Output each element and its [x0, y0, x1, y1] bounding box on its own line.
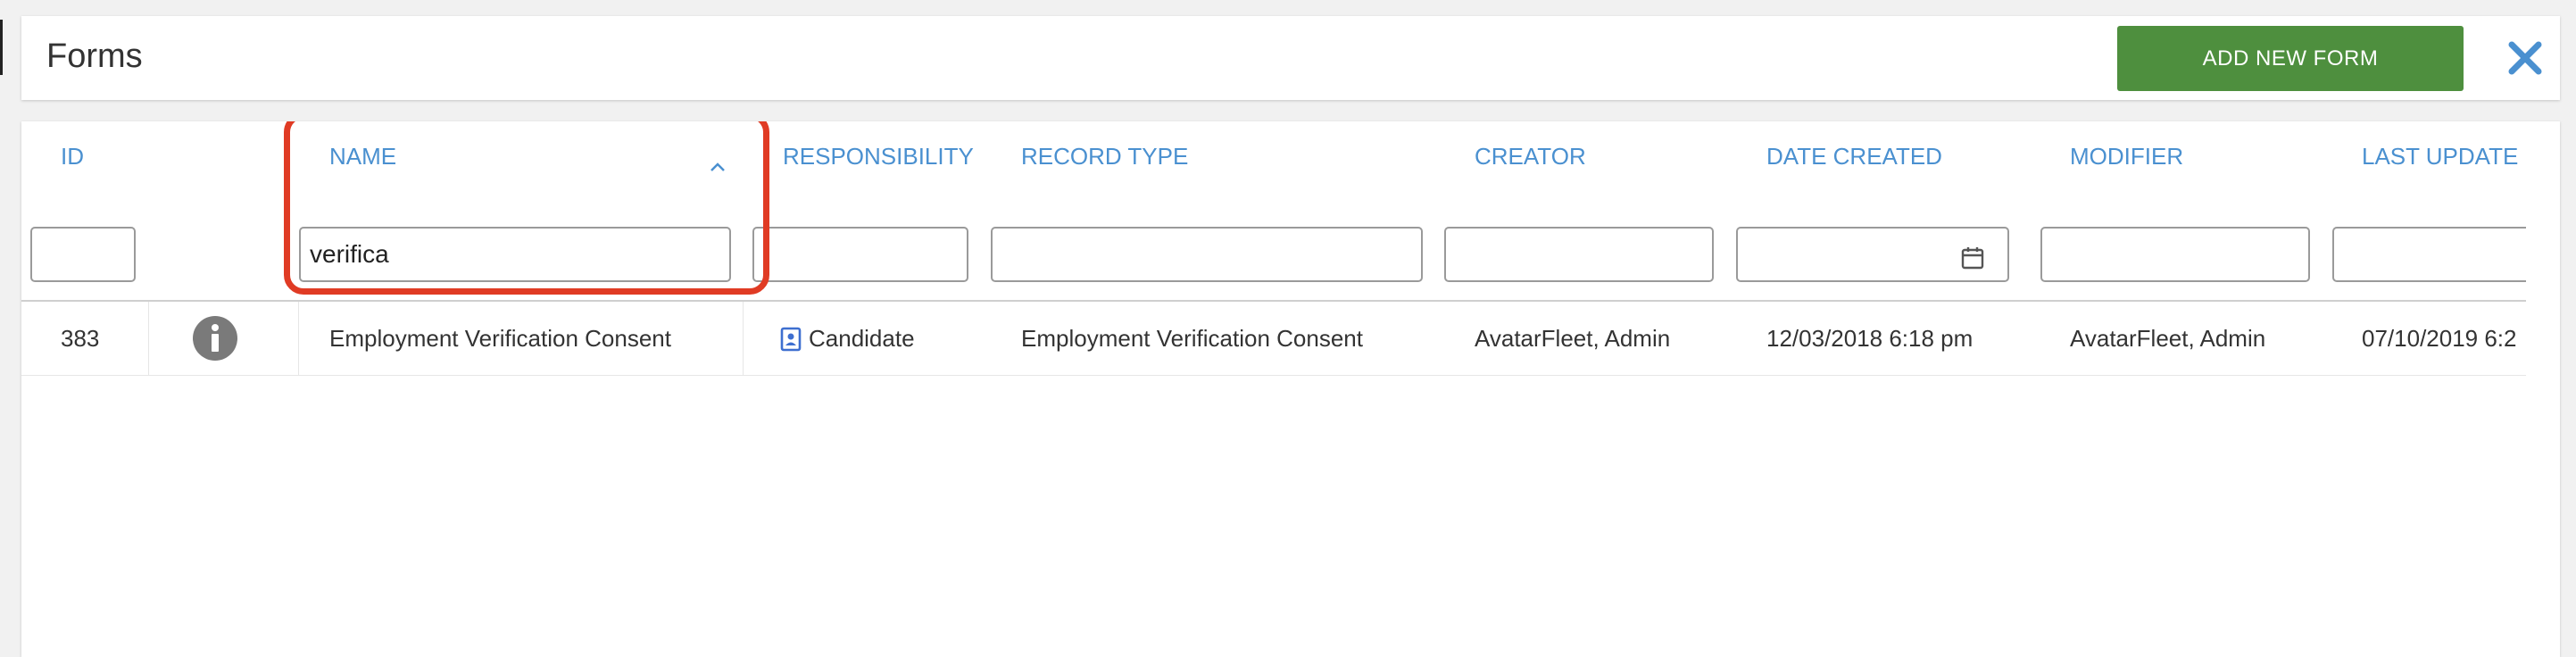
header-bar: Forms ADD NEW FORM	[21, 16, 2560, 100]
column-header-creator[interactable]: CREATOR	[1475, 143, 1586, 170]
column-header-name[interactable]: NAME	[329, 143, 396, 170]
column-header-responsibility[interactable]: RESPONSIBILITY	[783, 143, 974, 170]
cell-date-created: 12/03/2018 6:18 pm	[1766, 325, 1974, 352]
table-viewport: ID NAME RESPONSIBILITY RECORD TYPE CREAT…	[21, 121, 2526, 657]
filter-name-input[interactable]	[299, 227, 731, 282]
column-header-record-type[interactable]: RECORD TYPE	[1021, 143, 1188, 170]
add-new-form-button[interactable]: ADD NEW FORM	[2117, 26, 2464, 91]
cell-id: 383	[61, 325, 100, 352]
column-divider	[298, 302, 299, 375]
cell-name[interactable]: Employment Verification Consent	[329, 325, 671, 353]
forms-table: ID NAME RESPONSIBILITY RECORD TYPE CREAT…	[21, 121, 2560, 657]
cell-record-type: Employment Verification Consent	[1021, 325, 1363, 352]
column-header-last-update[interactable]: LAST UPDATE	[2362, 143, 2518, 170]
table-row[interactable]: 383 Employment Verification Consent Cand…	[21, 302, 2526, 376]
page-title: Forms	[46, 37, 143, 75]
window-edge-line	[0, 20, 3, 75]
cell-responsibility: Candidate	[809, 325, 915, 352]
sort-ascending-icon[interactable]	[709, 161, 727, 178]
filter-id-input[interactable]	[30, 227, 136, 282]
filter-last-update-input[interactable]	[2332, 227, 2526, 282]
cell-last-update: 07/10/2019 6:2	[2362, 325, 2517, 352]
close-icon[interactable]	[2503, 36, 2547, 80]
contact-card-icon	[780, 327, 802, 356]
calendar-icon[interactable]	[1960, 245, 1985, 275]
column-header-date-created[interactable]: DATE CREATED	[1766, 143, 1942, 170]
filter-creator-input[interactable]	[1444, 227, 1714, 282]
filter-record-type-input[interactable]	[991, 227, 1423, 282]
column-header-modifier[interactable]: MODIFIER	[2070, 143, 2183, 170]
column-divider	[148, 302, 149, 375]
filter-responsibility-input[interactable]	[752, 227, 968, 282]
cell-modifier: AvatarFleet, Admin	[2070, 325, 2266, 352]
filter-modifier-input[interactable]	[2040, 227, 2310, 282]
column-divider	[743, 302, 744, 375]
cell-creator: AvatarFleet, Admin	[1475, 325, 1671, 352]
info-circle-icon[interactable]	[191, 314, 239, 367]
column-header-id[interactable]: ID	[61, 143, 84, 170]
